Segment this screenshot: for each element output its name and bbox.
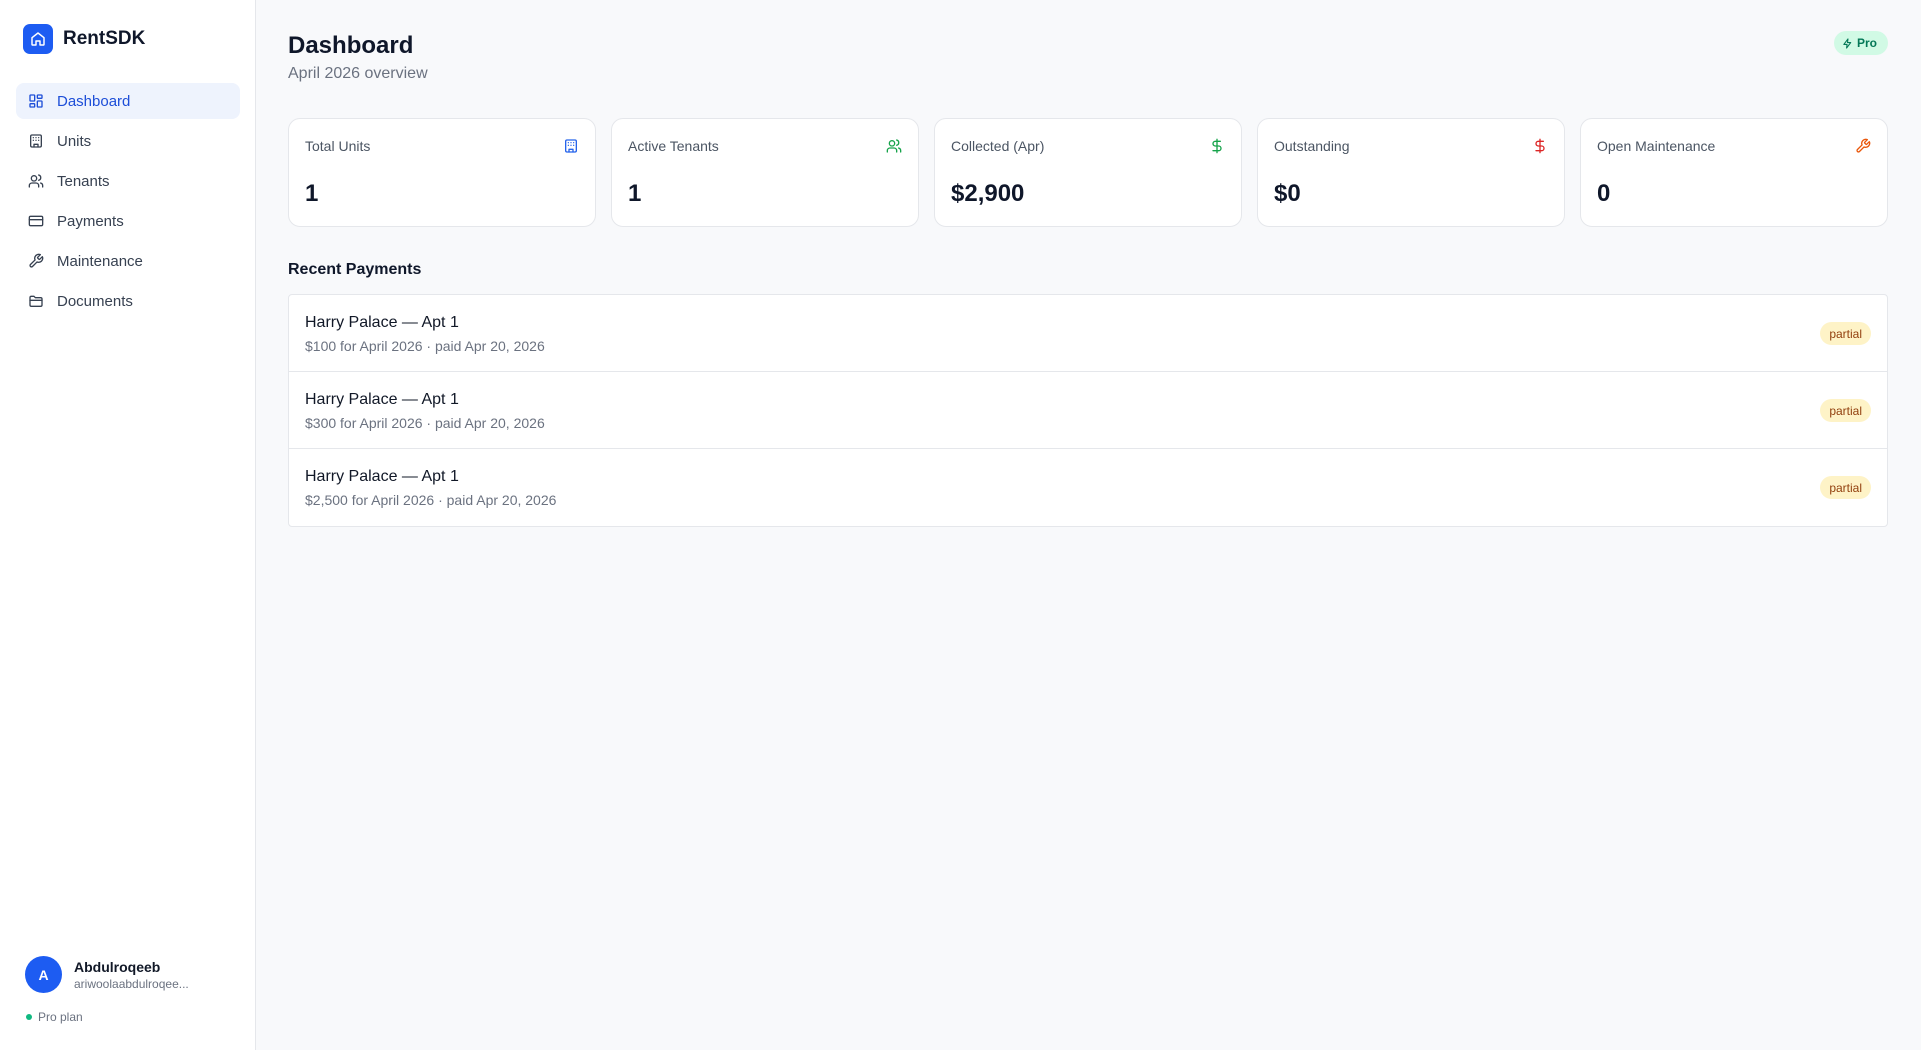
- stat-label: Total Units: [305, 138, 371, 154]
- building-icon: [30, 134, 42, 148]
- page-title: Dashboard: [288, 32, 414, 59]
- stat-card-total-units: Total Units 1: [288, 118, 596, 227]
- user-name: Abdulroqeeb: [74, 958, 161, 975]
- list-item[interactable]: Harry Palace — Apt 1 $100 for April 2026…: [289, 295, 1887, 372]
- dashboard-icon: [29, 94, 43, 108]
- plan-status: Pro plan: [26, 1010, 83, 1024]
- payment-detail: $2,500 for April 2026 · paid Apr 20, 202…: [305, 492, 557, 508]
- sidebar-item-dashboard[interactable]: Dashboard: [16, 83, 240, 119]
- status-badge: partial: [1820, 399, 1871, 422]
- stat-card-open-maintenance: Open Maintenance 0: [1580, 118, 1888, 227]
- section-title-recent-payments: Recent Payments: [288, 261, 422, 278]
- list-item[interactable]: Harry Palace — Apt 1 $2,500 for April 20…: [289, 449, 1887, 526]
- users-icon: [886, 139, 902, 153]
- sidebar-item-tenants[interactable]: Tenants: [16, 163, 240, 199]
- payment-title: Harry Palace — Apt 1: [305, 314, 459, 331]
- pro-badge-label: Pro: [1856, 36, 1877, 50]
- payment-detail: $300 for April 2026 · paid Apr 20, 2026: [305, 415, 545, 431]
- stat-card-active-tenants: Active Tenants 1: [611, 118, 919, 227]
- credit-card-icon: [28, 215, 44, 227]
- sidebar-item-label: Payments: [57, 212, 124, 230]
- stat-value: 0: [1597, 180, 1611, 207]
- payment-detail: $100 for April 2026 · paid Apr 20, 2026: [305, 338, 545, 354]
- sidebar-item-label: Documents: [57, 292, 133, 310]
- page-subtitle: April 2026 overview: [288, 65, 428, 82]
- stat-label: Collected (Apr): [951, 138, 1045, 154]
- bolt-icon: [1843, 37, 1852, 49]
- user-email: ariwoolaabdulroqee...: [74, 976, 189, 991]
- building-icon: [565, 139, 577, 153]
- stat-value: $0: [1274, 180, 1301, 207]
- stat-label: Outstanding: [1274, 138, 1350, 154]
- stat-value: 1: [305, 180, 319, 207]
- home-icon: [23, 24, 53, 54]
- user-profile[interactable]: A Abdulroqeeb ariwoolaabdulroqee...: [25, 956, 189, 993]
- wrench-icon: [29, 253, 44, 268]
- payment-title: Harry Palace — Apt 1: [305, 391, 459, 408]
- status-badge: partial: [1820, 476, 1871, 499]
- stat-value: 1: [628, 180, 642, 207]
- avatar: A: [25, 956, 62, 993]
- users-icon: [28, 174, 44, 188]
- user-info: Abdulroqeeb ariwoolaabdulroqee...: [74, 959, 189, 991]
- plan-label: Pro plan: [38, 1010, 83, 1024]
- sidebar-item-payments[interactable]: Payments: [16, 203, 240, 239]
- sidebar-item-label: Dashboard: [57, 92, 131, 110]
- pro-badge: Pro: [1833, 31, 1888, 55]
- stat-card-outstanding: Outstanding $0: [1257, 118, 1565, 227]
- stat-label: Open Maintenance: [1597, 138, 1716, 154]
- stat-label: Active Tenants: [628, 138, 719, 154]
- status-badge: partial: [1820, 322, 1871, 345]
- folder-icon: [29, 295, 43, 307]
- sidebar-item-label: Maintenance: [57, 252, 143, 270]
- list-item[interactable]: Harry Palace — Apt 1 $300 for April 2026…: [289, 372, 1887, 449]
- sidebar-item-label: Units: [57, 132, 92, 150]
- status-dot-icon: [26, 1014, 32, 1020]
- payment-title: Harry Palace — Apt 1: [305, 468, 459, 485]
- sidebar-item-label: Tenants: [57, 172, 110, 190]
- wrench-icon: [1856, 138, 1871, 153]
- recent-payments-list: Harry Palace — Apt 1 $100 for April 2026…: [288, 294, 1888, 527]
- stat-value: $2,900: [951, 180, 1025, 207]
- sidebar-nav: Dashboard Units Tenants Payments Mainten…: [16, 83, 240, 323]
- sidebar-item-units[interactable]: Units: [16, 123, 240, 159]
- stats-row: Total Units 1 Active Tenants 1 Collected…: [288, 118, 1888, 227]
- dollar-icon: [1535, 138, 1545, 154]
- sidebar-item-maintenance[interactable]: Maintenance: [16, 243, 240, 279]
- sidebar: RentSDK Dashboard Units Tenants Payments…: [0, 0, 256, 1050]
- sidebar-item-documents[interactable]: Documents: [16, 283, 240, 319]
- brand-name: RentSDK: [63, 28, 146, 49]
- dollar-icon: [1212, 138, 1222, 154]
- brand[interactable]: RentSDK: [23, 24, 145, 54]
- stat-card-collected: Collected (Apr) $2,900: [934, 118, 1242, 227]
